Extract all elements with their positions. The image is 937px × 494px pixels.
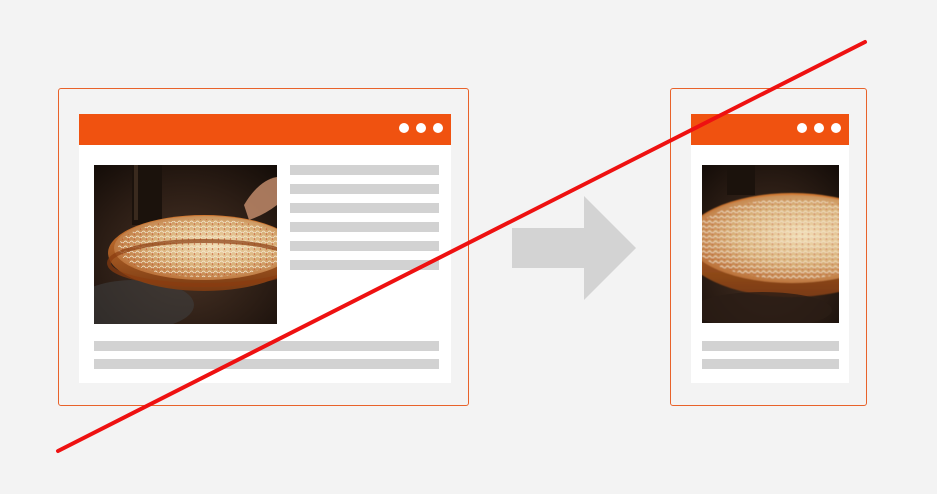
dot — [433, 123, 443, 133]
dot — [399, 123, 409, 133]
text-placeholder-line — [94, 359, 439, 369]
dot — [831, 123, 841, 133]
pizza-photo — [94, 165, 277, 324]
text-placeholder-line — [290, 184, 439, 194]
three-dots-icon — [797, 123, 841, 133]
desktop-browser-window — [79, 114, 451, 383]
dot — [814, 123, 824, 133]
dot — [416, 123, 426, 133]
text-placeholder-line — [290, 203, 439, 213]
text-placeholder-line — [94, 341, 439, 351]
text-placeholder-line — [290, 241, 439, 251]
text-placeholder-line — [290, 165, 439, 175]
text-placeholder-line — [290, 260, 439, 270]
mobile-browser-window — [691, 114, 849, 383]
text-placeholder-line — [702, 341, 839, 351]
three-dots-icon — [399, 123, 443, 133]
dot — [797, 123, 807, 133]
pizza-photo — [702, 165, 839, 323]
text-placeholder-line — [290, 222, 439, 232]
text-placeholder-line — [702, 359, 839, 369]
right-arrow-icon — [512, 196, 636, 300]
mobile-title-bar — [691, 114, 849, 145]
desktop-title-bar — [79, 114, 451, 145]
